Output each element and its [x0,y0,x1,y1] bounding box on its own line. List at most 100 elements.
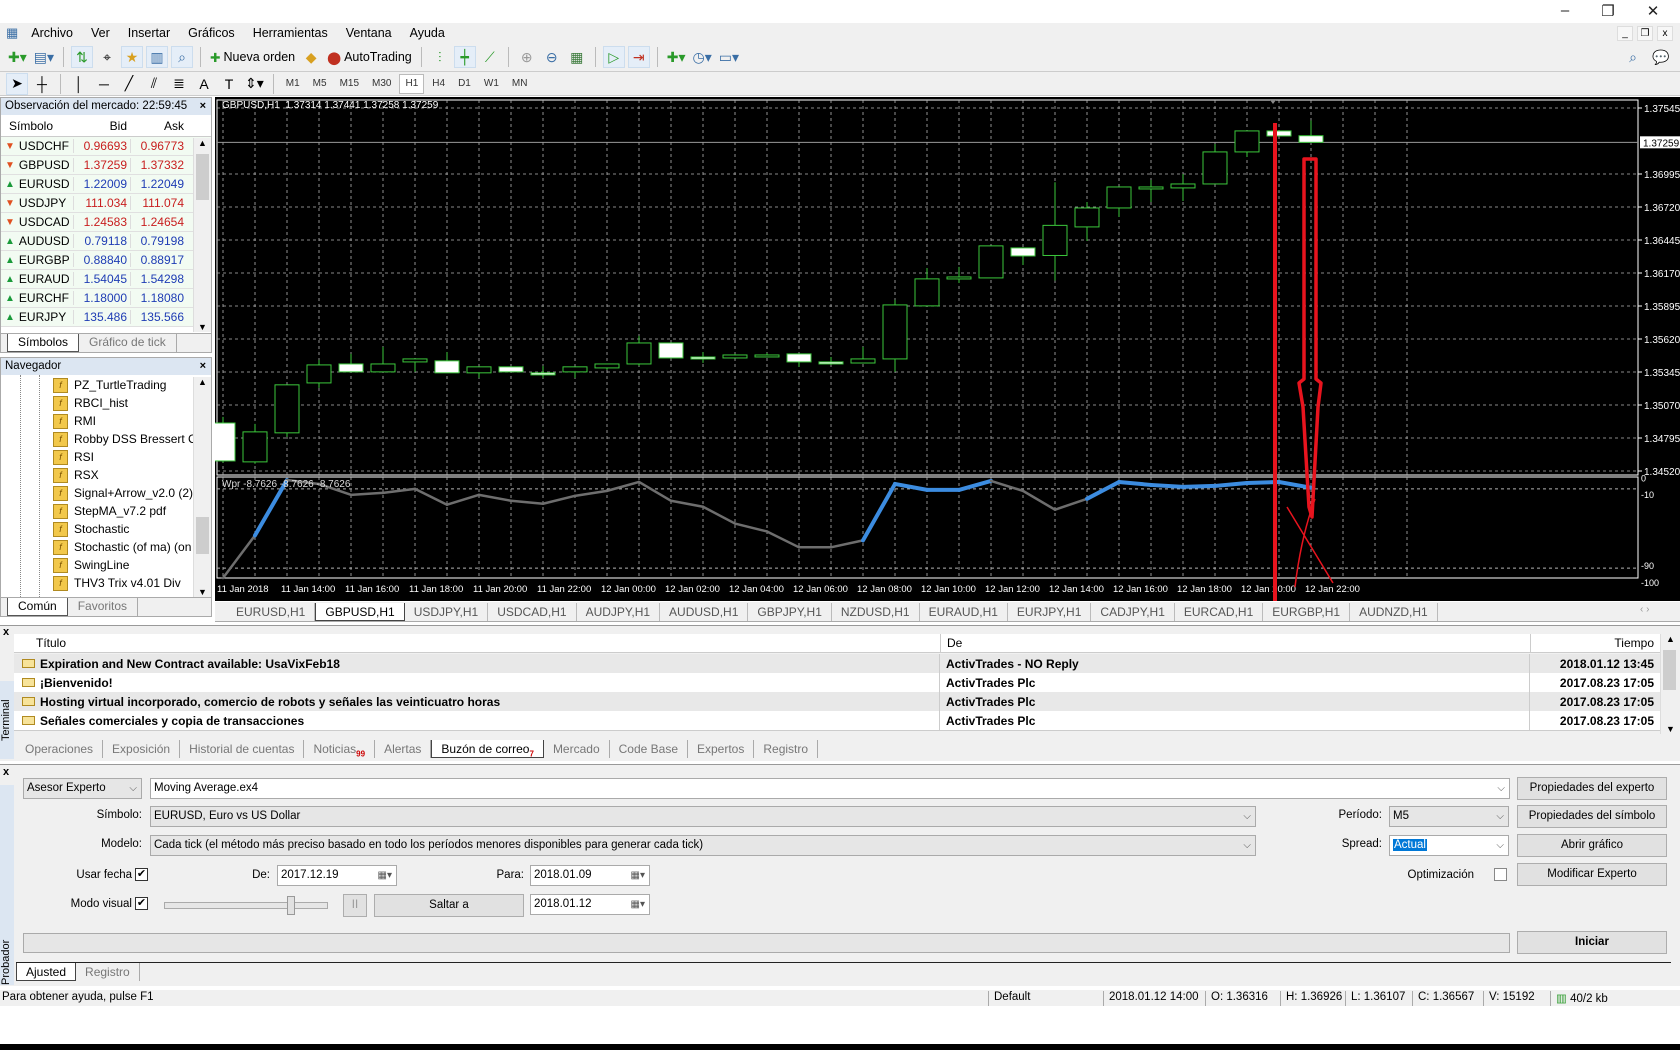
close-icon[interactable]: × [200,98,206,115]
terminal-tab[interactable]: Registro [754,740,819,758]
calendar-icon[interactable]: ▦▾ [631,866,645,885]
terminal-tab[interactable]: Operaciones [16,740,104,758]
chart-tab[interactable]: EURAUD,H1 [920,603,1008,621]
tab-scroll-arrows[interactable]: ‹ › [1640,604,1649,615]
horizontal-line-icon[interactable]: ─ [93,73,115,95]
market-watch-icon[interactable]: ⇅ [71,46,94,68]
navigator-item[interactable]: f PZ_TurtleTrading [1,376,211,394]
chart-tab[interactable]: AUDUSD,H1 [660,603,749,621]
mail-row[interactable]: Señales comerciales y copia de transacci… [14,711,1660,731]
market-watch-row[interactable]: ▲ EURAUD 1.54045 1.54298 [1,270,211,289]
zoom-in-icon[interactable]: ⊕ [516,46,538,68]
metaeditor-icon[interactable]: ◆ [300,46,322,68]
skip-to-button[interactable]: Saltar a [374,894,524,917]
periods-icon[interactable]: ◷▾ [691,46,714,68]
col-title[interactable]: Título [14,634,940,653]
navigator-item[interactable]: f THV3 Trix v4.01 Div [1,574,211,592]
minimize-button[interactable]: – [1550,2,1580,19]
chart-tab[interactable]: AUDNZD,H1 [1350,603,1438,621]
close-button[interactable]: ✕ [1638,2,1668,20]
chart-tab[interactable]: EURJPY,H1 [1008,603,1092,621]
chart-shift-icon[interactable]: ⇥ [627,46,650,68]
start-button[interactable]: Iniciar [1517,931,1667,954]
expert-select[interactable]: Moving Average.ex4 ⌵ [150,778,1510,799]
calendar-icon[interactable]: ▦▾ [631,895,645,914]
menu-ventana[interactable]: Ventana [337,26,401,40]
market-watch-row[interactable]: ▼ USDJPY 111.034 111.074 [1,194,211,213]
market-watch-row[interactable]: ▼ GBPUSD 1.37259 1.37332 [1,156,211,175]
model-select[interactable]: Cada tick (el método más preciso basado … [150,835,1256,856]
text-label-icon[interactable]: T [218,73,240,95]
tab-settings[interactable]: Ajusted [16,963,77,981]
period-select[interactable]: M5 ⌵ [1389,806,1509,827]
terminal-tab[interactable]: Code Base [610,740,688,758]
close-icon[interactable]: × [200,358,206,375]
slider-handle[interactable] [286,896,295,915]
auto-scroll-icon[interactable]: ▷ [602,46,625,68]
visual-mode-checkbox[interactable]: ✔ [135,897,148,910]
expert-properties-button[interactable]: Propiedades del experto [1517,777,1667,800]
mdi-minimize-button[interactable]: _ [1617,26,1633,41]
terminal-tab[interactable]: Buzón de correo7 [431,740,544,758]
chart-tab[interactable]: EURUSD,H1 [227,603,316,621]
timeframe-h1[interactable]: H1 [399,73,425,94]
tab-symbols[interactable]: Símbolos [7,334,80,352]
chart-tab[interactable]: GBPJPY,H1 [748,603,832,621]
profiles-icon[interactable]: ▤▾ [32,46,56,68]
trendline-icon[interactable]: ╱ [118,73,140,95]
menu-ver[interactable]: Ver [82,26,119,40]
open-chart-button[interactable]: Abrir gráfico [1517,834,1667,857]
terminal-tab[interactable]: Expertos [688,740,755,758]
visual-speed-slider[interactable] [164,896,328,915]
timeframe-m15[interactable]: M15 [335,74,364,94]
menu-archivo[interactable]: Archivo [22,26,82,40]
market-watch-row[interactable]: ▲ EURGBP 0.88840 0.88917 [1,251,211,270]
chart-tab[interactable]: CADJPY,H1 [1091,603,1175,621]
calendar-icon[interactable]: ▦▾ [378,866,392,885]
terminal-tab[interactable]: Exposición [103,740,181,758]
timeframe-d1[interactable]: D1 [453,74,476,94]
autotrading-button[interactable]: ⬤ AutoTrading [325,46,414,68]
menu-ayuda[interactable]: Ayuda [401,26,454,40]
terminal-tab[interactable]: Historial de cuentas [180,740,305,758]
mail-row[interactable]: ¡Bienvenido! ActivTrades Plc 2017.08.23 … [14,673,1660,693]
optimization-checkbox[interactable] [1494,868,1507,881]
market-watch-row[interactable]: ▼ USDCAD 1.24583 1.24654 [1,213,211,232]
spread-select[interactable]: Actual ⌵ [1389,835,1509,856]
timeframe-m1[interactable]: M1 [281,74,305,94]
navigator-item[interactable]: f RSI [1,448,211,466]
new-chart-icon[interactable]: ✚▾ [6,46,29,68]
col-bid[interactable]: Bid [73,119,130,133]
navigator-item[interactable]: f RBCI_hist [1,394,211,412]
market-watch-row[interactable]: ▲ AUDUSD 0.79118 0.79198 [1,232,211,251]
strategy-tester-icon[interactable]: ⌕ [171,46,194,68]
tab-tick-chart[interactable]: Gráfico de tick [79,334,177,352]
timeframe-w1[interactable]: W1 [479,74,504,94]
arrows-icon[interactable]: ⇕▾ [243,73,266,95]
symbol-select[interactable]: EURUSD, Euro vs US Dollar ⌵ [150,806,1256,827]
cursor-icon[interactable]: ➤ [6,72,28,95]
mdi-close-button[interactable]: x [1657,26,1673,41]
modify-expert-button[interactable]: Modificar Experto [1517,863,1667,886]
tab-favorites[interactable]: Favoritos [68,598,139,616]
tester-type-select[interactable]: Asesor Experto ⌵ [23,778,142,799]
line-chart-icon[interactable]: ⟋ [479,46,501,68]
search-icon[interactable]: ⌕ [1622,46,1644,68]
templates-icon[interactable]: ▭▾ [717,46,741,68]
mdi-restore-button[interactable]: ❐ [1637,26,1653,41]
col-time[interactable]: Tiempo [1530,634,1660,653]
chart-tab[interactable]: USDCAD,H1 [488,603,577,621]
mail-row[interactable]: Hosting virtual incorporado, comercio de… [14,692,1660,712]
tile-windows-icon[interactable]: ▦ [566,46,588,68]
col-symbol[interactable]: Símbolo [1,119,73,133]
new-order-button[interactable]: ✚ Nueva orden [208,46,297,68]
chart-window[interactable]: 1.37545 1.36995 1.36720 1.36445 1.36170 1.358… [210,97,1680,601]
tab-common[interactable]: Común [7,598,68,616]
price-chart[interactable]: 1.37545 1.36995 1.36720 1.36445 1.36170 1.358… [210,97,1680,601]
market-watch-row[interactable]: ▼ USDCHF 0.96693 0.96773 [1,137,211,156]
timeframe-mn[interactable]: MN [507,74,533,94]
navigator-item[interactable]: f Stochastic (of ma) (on [1,538,211,556]
navigator-scrollbar[interactable]: ▲ ▼ [193,377,211,597]
chart-tab[interactable]: EURGBP,H1 [1263,603,1351,621]
chart-tab[interactable]: USDJPY,H1 [405,603,489,621]
